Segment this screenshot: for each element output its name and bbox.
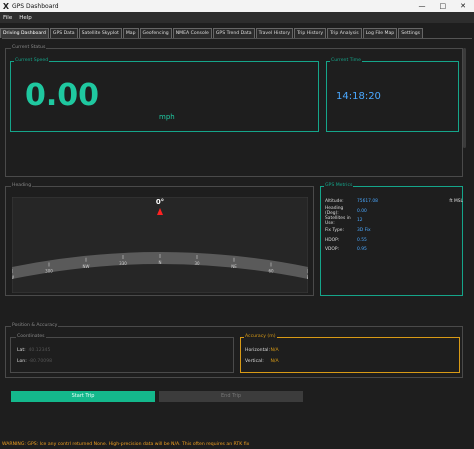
position-accuracy-title: Position & Accuracy — [11, 323, 59, 328]
position-accuracy-group: Position & Accuracy Coordinates Lat: 40.… — [5, 323, 463, 378]
tab-trip-analysis[interactable]: Trip Analysis — [327, 28, 362, 38]
horizontal-label: Horizontal: — [245, 348, 271, 353]
heading-compass: 0° W 300 NW 330 N 30 NE 60 E — [12, 197, 308, 293]
metric-row-vdop: VDOP: 0.95 — [325, 245, 463, 255]
heading-group: Heading 0° W 300 NW 330 N 30 NE 60 E — [5, 183, 314, 296]
window-title: GPS Dashboard — [12, 2, 59, 10]
metric-label: VDOP: — [325, 247, 339, 253]
speed-value: 0.00 — [25, 78, 100, 113]
app-icon: X — [2, 1, 10, 11]
compass-tick-label: 330 — [119, 261, 127, 266]
tab-nmea-console[interactable]: NMEA Console — [172, 28, 212, 38]
current-status-group: Current Status Current Speed 0.00 mph Cu… — [5, 45, 463, 177]
current-status-title: Current Status — [11, 45, 47, 50]
accuracy-title: Accuracy (m) — [244, 334, 277, 339]
tab-trip-history[interactable]: Trip History — [294, 28, 327, 38]
lat-row: Lat: 40.12345 — [17, 348, 50, 353]
lon-row: Lon: -80.70098 — [17, 359, 52, 364]
tab-gps-trend-data[interactable]: GPS Trend Data — [212, 28, 255, 38]
end-trip-button[interactable]: End Trip — [159, 391, 303, 402]
lat-value: 40.12345 — [28, 348, 51, 353]
heading-title: Heading — [11, 183, 33, 188]
start-trip-button[interactable]: Start Trip — [11, 391, 155, 402]
metric-row-satellites: Satellites in Use: 12 — [325, 216, 463, 226]
tab-gps-data[interactable]: GPS Data — [49, 28, 78, 38]
vertical-row: Vertical: N/A — [245, 359, 279, 364]
vertical-value: N/A — [270, 359, 279, 364]
metric-label: Heading (Deg): — [325, 206, 344, 217]
metric-value: 75617.08 — [357, 199, 378, 205]
gps-metrics-title: GPS Metrics — [324, 183, 354, 188]
coordinates-box: Coordinates Lat: 40.12345 Lon: -80.70098 — [10, 334, 234, 373]
time-value: 14:18:20 — [336, 91, 381, 102]
compass-tick-label: W — [12, 275, 14, 280]
minimize-icon[interactable]: — — [419, 2, 426, 10]
metric-value: 0.55 — [357, 237, 367, 243]
compass-tick-label: E — [307, 275, 308, 280]
heading-degree-label: 0° — [156, 198, 164, 206]
tab-log-file-map[interactable]: Log File Map — [362, 28, 398, 38]
current-speed-box: Current Speed 0.00 mph — [10, 58, 319, 132]
metric-label: HDOP: — [325, 237, 340, 243]
gps-metrics-list: Altitude: 75617.08 ft MSL Heading (Deg): 0.… — [325, 197, 463, 255]
tab-map[interactable]: Map — [122, 28, 139, 38]
lon-value: -80.70098 — [28, 359, 53, 364]
lat-label: Lat: — [17, 348, 26, 353]
metric-value: 0.00 — [357, 208, 367, 214]
tab-satellite-skyplot[interactable]: Satellite Skyplot — [78, 28, 122, 38]
current-time-box: Current Time 14:18:20 — [326, 58, 459, 132]
compass-tick-label: NW — [83, 264, 90, 269]
metric-row-fix-type: Fix Type: 3D Fix — [325, 226, 463, 236]
metric-value: 12 — [357, 218, 363, 224]
compass-tick-label: NE — [231, 264, 237, 269]
tab-settings[interactable]: Settings — [398, 28, 424, 38]
metric-row-hdop: HDOP: 0.55 — [325, 235, 463, 245]
tab-travel-history[interactable]: Travel History — [255, 28, 294, 38]
tab-geofencing[interactable]: Geofencing — [139, 28, 172, 38]
compass-tick-label: N — [159, 260, 162, 265]
metric-unit: ft MSL — [449, 199, 463, 205]
compass-tick-label: 30 — [194, 261, 200, 266]
horizontal-value: N/A — [270, 348, 279, 353]
current-speed-title: Current Speed — [14, 58, 50, 63]
metric-label: Altitude: — [325, 199, 344, 205]
metric-label: Satellites in Use: — [325, 215, 351, 226]
menu-bar: File Help — [0, 12, 474, 23]
vertical-label: Vertical: — [245, 359, 264, 364]
metric-row-heading: Heading (Deg): 0.00 — [325, 206, 463, 217]
menu-file[interactable]: File — [3, 15, 12, 21]
gps-metrics-box: GPS Metrics Altitude: 75617.08 ft MSL Head… — [320, 183, 463, 296]
title-bar: X GPS Dashboard — □ ✕ — [0, 0, 474, 12]
current-time-title: Current Time — [330, 58, 362, 63]
metric-label: Fix Type: — [325, 228, 344, 234]
compass-tick-label: 300 — [45, 268, 53, 273]
coordinates-title: Coordinates — [16, 334, 46, 339]
scrollbar[interactable] — [463, 48, 466, 148]
metric-value: 3D Fix — [357, 228, 371, 234]
metric-row-altitude: Altitude: 75617.08 ft MSL — [325, 197, 463, 207]
close-icon[interactable]: ✕ — [460, 2, 466, 10]
speed-unit: mph — [159, 113, 175, 121]
accuracy-box: Accuracy (m) Horizontal: N/A Vertical: N… — [240, 334, 460, 373]
status-bar: WARNING: GPS: Ice any contrl returned No… — [2, 442, 250, 447]
maximize-icon[interactable]: □ — [440, 2, 447, 10]
menu-help[interactable]: Help — [19, 15, 32, 21]
lon-label: Lon: — [17, 359, 27, 364]
horizontal-row: Horizontal: N/A — [245, 348, 279, 353]
compass-tick-label: 60 — [268, 268, 274, 273]
tab-driving-dashboard[interactable]: Driving Dashboard — [0, 28, 49, 38]
tab-bar: Driving Dashboard GPS Data Satellite Sky… — [0, 28, 424, 38]
metric-value: 0.95 — [357, 247, 367, 253]
